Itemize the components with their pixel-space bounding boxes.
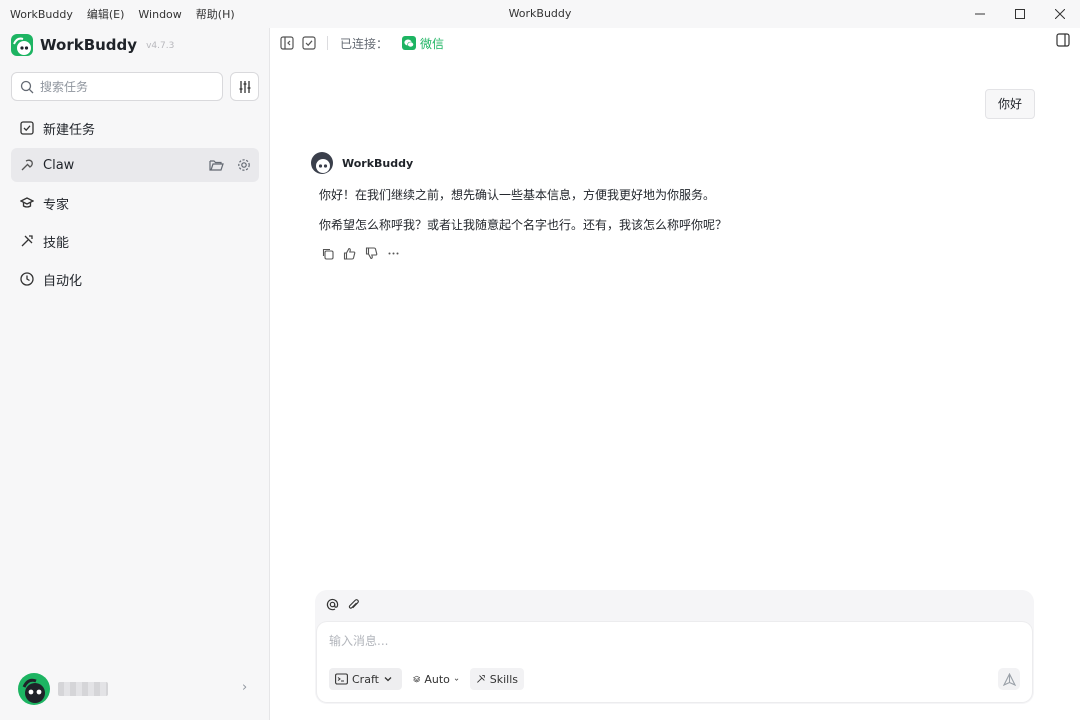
menu-app[interactable]: WorkBuddy: [10, 8, 73, 21]
chevron-down-icon: [384, 677, 392, 682]
close-button[interactable]: [1040, 0, 1080, 28]
settings-gear-icon[interactable]: [237, 158, 251, 172]
user-message-bubble: 你好: [984, 89, 1035, 119]
model-select-auto[interactable]: Auto: [407, 668, 465, 690]
message-input[interactable]: 输入消息...: [329, 632, 388, 649]
avatar: [18, 673, 50, 705]
menu-window[interactable]: Window: [138, 8, 181, 21]
sidebar-item-label: 自动化: [43, 273, 83, 289]
wechat-label: 微信: [420, 36, 445, 51]
sidebar-item-automation[interactable]: 自动化: [11, 262, 259, 296]
bot-message-line: 你希望怎么称呼我？或者让我随意起个名字也行。还有，我该怎么称呼你呢？: [319, 218, 728, 232]
minimize-button[interactable]: [960, 0, 1000, 28]
wechat-connection[interactable]: 微信: [402, 35, 444, 52]
skills-button[interactable]: Skills: [470, 668, 524, 690]
menu-bar: WorkBuddy 编辑(E) Window 帮助(H): [0, 6, 235, 22]
chevron-right-icon[interactable]: ›: [242, 680, 247, 695]
close-icon: [1055, 9, 1065, 19]
skills-icon: [21, 235, 33, 247]
mode-select-craft[interactable]: Craft: [329, 668, 402, 690]
bot-name: WorkBuddy: [342, 156, 414, 170]
main-header: 已连接： 微信: [271, 28, 1080, 58]
mention-icon[interactable]: [326, 598, 339, 611]
bot-avatar: [311, 152, 333, 174]
terminal-icon: [335, 673, 348, 685]
search-input[interactable]: 搜索任务: [11, 72, 223, 101]
sidebar-item-new-task[interactable]: 新建任务: [11, 111, 259, 145]
sidebar-item-skills[interactable]: 技能: [11, 224, 259, 258]
side-panel-icon: [1056, 33, 1070, 47]
composer-tools: [326, 598, 360, 611]
send-button[interactable]: [998, 668, 1020, 690]
new-task-header-button[interactable]: [299, 33, 319, 53]
bot-message-header: WorkBuddy: [311, 152, 413, 174]
maximize-button[interactable]: [1000, 0, 1040, 28]
thumbs-up-icon: [343, 247, 355, 260]
claw-icon: [21, 159, 33, 171]
chevron-down-icon: [454, 678, 459, 681]
app-logo-icon: [11, 34, 33, 56]
connected-label: 已连接：: [340, 36, 389, 51]
message-actions: [320, 246, 400, 260]
sidebar-item-label: 技能: [43, 235, 70, 251]
copy-icon: [322, 248, 334, 260]
layers-icon: [413, 675, 421, 683]
user-profile[interactable]: [18, 673, 108, 705]
sidebar-item-label: Claw: [43, 157, 75, 173]
sidebar-item-claw[interactable]: Claw: [11, 148, 259, 182]
new-task-icon: [20, 121, 34, 135]
dislike-button[interactable]: [364, 246, 378, 260]
message-composer: 输入消息... Craft Auto Skills: [315, 590, 1034, 704]
toggle-panel-button[interactable]: [1056, 33, 1070, 51]
filter-button[interactable]: [230, 72, 259, 101]
menu-edit[interactable]: 编辑(E): [87, 6, 125, 22]
new-task-icon: [302, 36, 316, 50]
thumbs-down-icon: [365, 246, 377, 259]
wechat-icon: [402, 36, 417, 50]
folder-open-icon[interactable]: [209, 158, 224, 172]
more-button[interactable]: [386, 246, 400, 260]
brand: WorkBuddy v4.7.3: [11, 34, 174, 56]
title-bar: WorkBuddy 编辑(E) Window 帮助(H) WorkBuddy: [0, 0, 1080, 28]
attachment-icon[interactable]: [347, 598, 360, 611]
copy-button[interactable]: [320, 246, 334, 260]
mode-label: Craft: [352, 672, 379, 686]
model-label: Auto: [424, 672, 450, 686]
skills-label: Skills: [489, 672, 518, 686]
collapse-sidebar-icon: [280, 36, 294, 50]
minimize-icon: [975, 13, 985, 15]
send-icon: [1002, 672, 1016, 686]
bot-message-line: 你好！在我们继续之前，想先确认一些基本信息，方便我更好地为你服务。: [319, 188, 716, 202]
window-controls: [960, 0, 1080, 28]
menu-help[interactable]: 帮助(H): [196, 6, 235, 22]
sidebar-item-label: 专家: [43, 197, 70, 213]
sidebar: WorkBuddy v4.7.3 搜索任务 新建任务 Claw 专家 技能 自动…: [0, 28, 270, 720]
search-icon: [20, 80, 34, 93]
clock-icon: [20, 272, 34, 286]
sidebar-item-expert[interactable]: 专家: [11, 186, 259, 220]
maximize-icon: [1015, 9, 1025, 19]
app-version: v4.7.3: [146, 41, 175, 51]
skills-icon: [477, 675, 485, 683]
search-placeholder: 搜索任务: [40, 80, 89, 94]
like-button[interactable]: [342, 246, 356, 260]
expert-icon: [20, 197, 34, 208]
collapse-sidebar-button[interactable]: [277, 33, 297, 53]
composer-input-area[interactable]: 输入消息... Craft Auto Skills: [317, 622, 1032, 702]
claw-item-actions: [209, 148, 251, 182]
header-divider: [327, 36, 328, 50]
sidebar-item-label: 新建任务: [43, 122, 96, 138]
brand-name: WorkBuddy: [40, 36, 138, 54]
sliders-icon: [239, 80, 250, 93]
more-icon: [388, 252, 398, 254]
user-name-redacted: [58, 682, 108, 696]
